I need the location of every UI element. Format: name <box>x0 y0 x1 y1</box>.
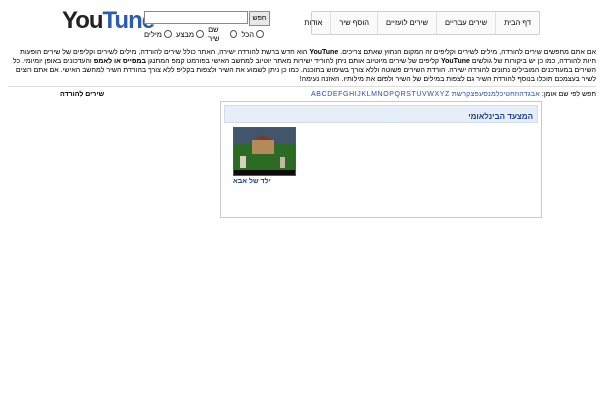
intro-text-3: קליפים של שירים מיוטיוב אותם ניתן להוריד… <box>146 58 441 65</box>
intro-text-1: אם אתם מחפשים שירים להורדה, מילים לשירים… <box>338 49 596 56</box>
search-button[interactable]: חפש <box>249 11 270 26</box>
chart-panel: המצעד הבינלאומי ילד של אבא <box>220 101 542 218</box>
panel-header: המצעד הבינלאומי <box>224 105 538 123</box>
main-nav: דף הבית שירים עבריים שירים לועזיים הוסף … <box>304 11 540 35</box>
radio-song-name[interactable]: שם שיר <box>208 25 238 43</box>
radio-all[interactable]: הכל <box>241 30 264 39</box>
song-title-link[interactable]: ילד של אבא <box>233 177 294 187</box>
radio-dot-icon <box>196 30 205 38</box>
search-input[interactable] <box>144 11 248 24</box>
hebrew-letters-links[interactable]: אבגדהוזחטיכלמנסעפצקרשת <box>452 91 540 98</box>
divider <box>8 86 596 87</box>
thumb-house <box>252 140 274 154</box>
radio-all-label: הכל <box>241 29 254 39</box>
nav-hebrew-songs[interactable]: שירים עבריים <box>435 12 495 34</box>
nav-add-song[interactable]: הוסף שיר <box>330 12 377 34</box>
radio-lyrics-label: מילים <box>144 29 162 39</box>
radio-dot-icon <box>230 30 238 38</box>
site-logo[interactable]: YouTune <box>62 6 155 36</box>
radio-artist-label: מבצע <box>175 29 195 39</box>
intro-bold-3: במפייס או לאמפ <box>93 58 146 65</box>
alphabet-label: חפש לפי שם אומן: <box>541 91 596 98</box>
radio-artist[interactable]: מבצע <box>175 29 205 39</box>
intro-bold-1: YouTune <box>309 49 339 56</box>
thumb-figure <box>280 157 285 168</box>
nav-home[interactable]: דף הבית <box>495 12 539 34</box>
panel-title: המצעד הבינלאומי <box>468 112 533 121</box>
radio-lyrics[interactable]: מילים <box>144 30 172 39</box>
thumb-player-bar <box>234 170 295 175</box>
radio-dot-icon <box>256 30 264 38</box>
search-scope-radios: הכל שם שיר מבצע מילים <box>144 25 264 43</box>
intro-paragraph: אם אתם מחפשים שירים להורדה, מילים לשירים… <box>8 48 596 84</box>
video-thumbnail[interactable] <box>233 127 296 176</box>
thumb-figure <box>240 156 246 168</box>
radio-dot-icon <box>163 30 172 38</box>
artist-alphabet-row: חפש לפי שם אומן: אבגדהוזחטיכלמנסעפצקרשת … <box>220 89 596 100</box>
nav-about[interactable]: אודות <box>296 12 330 34</box>
sidebar-title: שירים להורדה <box>60 91 105 98</box>
english-letters-links[interactable]: ABCDEFGHIJKLMNOPQRSTUVWXYZ <box>311 91 450 98</box>
nav-foreign-songs[interactable]: שירים לועזיים <box>377 12 436 34</box>
intro-bold-2: YouTune <box>440 58 470 65</box>
radio-song-name-label: שם שיר <box>208 25 220 43</box>
logo-you-text: You <box>62 7 104 34</box>
